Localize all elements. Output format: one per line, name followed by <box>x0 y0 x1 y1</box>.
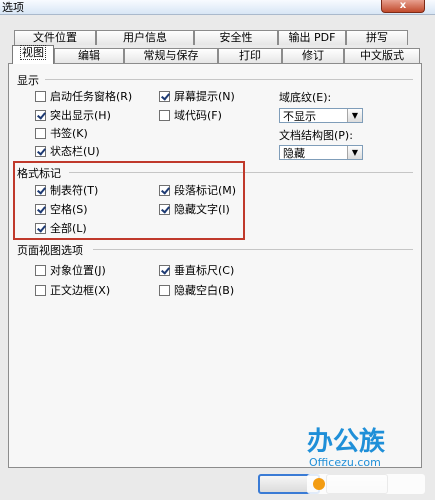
checkbox-bookmarks[interactable]: 书签(K) <box>35 125 88 141</box>
watermark-dot-icon <box>313 478 325 490</box>
watermark-subtext: Officezu.com <box>309 456 381 469</box>
checkbox-box <box>35 264 46 276</box>
checkbox-box-checked <box>35 109 46 121</box>
tab-view[interactable]: 视图 <box>12 45 54 64</box>
tab-general-save[interactable]: 常规与保存 <box>124 48 218 63</box>
checkbox-box-checked <box>35 145 46 157</box>
field-shading-label: 域底纹(E): <box>279 91 332 104</box>
tab-user-info[interactable]: 用户信息 <box>96 30 194 45</box>
view-options-panel: 显示 启动任务窗格(R) 屏幕提示(N) 突出显示(H) 域代码(F) 书签(K… <box>8 63 422 468</box>
checkbox-box-checked <box>159 264 170 276</box>
section-title-display: 显示 <box>17 74 39 87</box>
doc-map-label: 文档结构图(P): <box>279 129 353 142</box>
dropdown-arrow-icon: ▼ <box>347 109 362 122</box>
annotation-highlight-box <box>13 161 245 240</box>
checkbox-box <box>159 284 170 296</box>
close-icon: x <box>399 0 407 11</box>
tab-spelling[interactable]: 拼写 <box>346 30 408 45</box>
doc-map-select[interactable]: 隐藏 ▼ <box>279 145 363 160</box>
tab-edit[interactable]: 编辑 <box>54 48 124 63</box>
checkbox-status-bar[interactable]: 状态栏(U) <box>35 143 100 159</box>
checkbox-object-anchors[interactable]: 对象位置(J) <box>35 262 106 278</box>
section-divider <box>45 79 413 80</box>
checkbox-screen-tips[interactable]: 屏幕提示(N) <box>159 88 235 104</box>
tab-revisions[interactable]: 修订 <box>282 48 344 63</box>
checkbox-box <box>35 284 46 296</box>
watermark-graphic: 办公族 Officezu.com <box>307 426 425 494</box>
checkbox-field-codes[interactable]: 域代码(F) <box>159 107 222 123</box>
close-button[interactable]: x <box>381 0 425 13</box>
tab-print[interactable]: 打印 <box>218 48 282 63</box>
checkbox-box <box>35 90 46 102</box>
checkbox-box <box>159 109 170 121</box>
dropdown-arrow-icon: ▼ <box>347 146 362 159</box>
checkbox-highlight[interactable]: 突出显示(H) <box>35 107 111 123</box>
section-title-page-view: 页面视图选项 <box>17 244 83 257</box>
checkbox-vertical-ruler[interactable]: 垂直标尺(C) <box>159 262 234 278</box>
checkbox-text-boundaries[interactable]: 正文边框(X) <box>35 282 110 298</box>
section-divider <box>93 249 413 250</box>
tab-chinese-layout[interactable]: 中文版式 <box>344 48 420 63</box>
window-title: 选项 <box>2 1 24 14</box>
checkbox-box <box>35 127 46 139</box>
tab-security[interactable]: 安全性 <box>194 30 278 45</box>
checkbox-box-checked <box>159 90 170 102</box>
field-shading-select[interactable]: 不显示 ▼ <box>279 108 363 123</box>
tab-file-locations[interactable]: 文件位置 <box>14 30 96 45</box>
watermark-text: 办公族 <box>307 426 386 457</box>
checkbox-hide-whitespace[interactable]: 隐藏空白(B) <box>159 282 234 298</box>
title-bar: 选项 x <box>0 0 435 15</box>
watermark-logo: 办公族 Officezu.com <box>305 418 430 496</box>
checkbox-startup-task-pane[interactable]: 启动任务窗格(R) <box>35 88 132 104</box>
tab-output-pdf[interactable]: 输出 PDF <box>278 30 346 45</box>
